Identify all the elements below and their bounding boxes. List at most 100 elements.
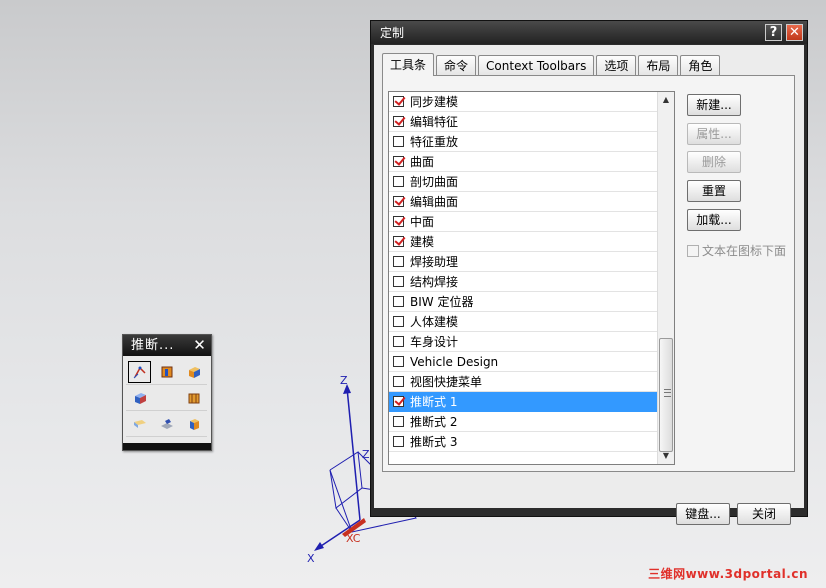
toolbar-visibility-checkbox[interactable]: [393, 116, 404, 127]
z-axis-label: Z: [340, 374, 348, 387]
z-axis-label-secondary: Z: [362, 448, 370, 461]
infer-face-icon[interactable]: [153, 359, 180, 385]
tab-strip: 工具条 命令 Context Toolbars 选项 布局 角色: [382, 53, 722, 76]
toolbar-list-item-label: 结构焊接: [410, 275, 459, 289]
toolbar-list-item-label: 建模: [410, 235, 435, 249]
toolbar-list-item-label: 同步建模: [410, 95, 459, 109]
help-icon[interactable]: ?: [765, 24, 782, 41]
toolbar-visibility-checkbox[interactable]: [393, 236, 404, 247]
tab-context-toolbars[interactable]: Context Toolbars: [478, 55, 595, 76]
toolbar-visibility-checkbox[interactable]: [393, 256, 404, 267]
toolbar-list-item[interactable]: 人体建模: [389, 312, 657, 332]
toolbar-list-item[interactable]: 中面: [389, 212, 657, 232]
toolbar-visibility-checkbox[interactable]: [393, 396, 404, 407]
toolbar-list-item-label: BIW 定位器: [410, 295, 474, 309]
toolbar-list-item-label: 视图快捷菜单: [410, 375, 483, 389]
toolbar-list-item-label: 中面: [410, 215, 435, 229]
toolbar-list-item[interactable]: 曲面: [389, 152, 657, 172]
toolbar-list-item-label: 焊接助理: [410, 255, 459, 269]
toolbar-list-item-label: 车身设计: [410, 335, 459, 349]
xc-axis-label: XC: [346, 532, 361, 545]
infer-plane-icon[interactable]: [153, 411, 180, 437]
toolbar-list-item-label: Vehicle Design: [410, 354, 499, 369]
watermark: 三维网www.3dportal.cn: [648, 567, 808, 581]
toolbar-list-item[interactable]: 推断式 1: [389, 392, 657, 412]
toolbar-list[interactable]: 同步建模编辑特征特征重放曲面剖切曲面编辑曲面中面建模焊接助理结构焊接 BIW 定位…: [388, 91, 675, 465]
toolbar-list-item[interactable]: 车身设计: [389, 332, 657, 352]
properties-button[interactable]: 属性...: [687, 123, 741, 145]
infer-sheet-icon[interactable]: [126, 411, 153, 437]
toolbar-list-item-label: 编辑曲面: [410, 195, 459, 209]
load-button[interactable]: 加载...: [687, 209, 741, 231]
toolbar-footer-bar: [123, 443, 211, 450]
inference-toolbar-titlebar[interactable]: 推断... ✕: [123, 335, 211, 356]
close-icon[interactable]: ✕: [192, 337, 208, 353]
infer-solid-icon[interactable]: [180, 411, 207, 437]
tab-toolbars[interactable]: 工具条: [382, 53, 435, 76]
toolbar-visibility-checkbox[interactable]: [393, 216, 404, 227]
toolbar-visibility-checkbox[interactable]: [393, 376, 404, 387]
infer-cube-icon[interactable]: [126, 385, 153, 411]
infer-selected-icon[interactable]: [126, 359, 153, 385]
scroll-down-icon[interactable]: ▼: [658, 448, 674, 464]
toolbar-visibility-checkbox[interactable]: [393, 276, 404, 287]
text-below-icon-option[interactable]: 文本在图标下面: [687, 242, 786, 259]
scroll-thumb[interactable]: [659, 338, 673, 452]
toolbar-list-item[interactable]: 剖切曲面: [389, 172, 657, 192]
dialog-titlebar[interactable]: 定制 ? ✕: [371, 21, 807, 44]
reset-button[interactable]: 重置: [687, 180, 741, 202]
toolbar-list-item-label: 特征重放: [410, 135, 459, 149]
scroll-up-icon[interactable]: ▲: [658, 92, 674, 108]
list-scrollbar[interactable]: ▲ ▼: [657, 92, 674, 464]
customize-dialog[interactable]: 定制 ? ✕ 工具条 命令 Context Toolbars 选项 布局 角色 …: [370, 20, 808, 525]
toolbar-visibility-checkbox[interactable]: [393, 156, 404, 167]
close-button[interactable]: 关闭: [737, 503, 791, 525]
toolbar-visibility-checkbox[interactable]: [393, 436, 404, 447]
toolbar-visibility-checkbox[interactable]: [393, 416, 404, 427]
infer-panel-icon[interactable]: [180, 385, 207, 411]
toolbar-visibility-checkbox[interactable]: [393, 356, 404, 367]
toolbar-visibility-checkbox[interactable]: [393, 296, 404, 307]
keyboard-button[interactable]: 键盘...: [676, 503, 730, 525]
toolbar-visibility-checkbox[interactable]: [393, 336, 404, 347]
toolbar-list-item[interactable]: 焊接助理: [389, 252, 657, 272]
toolbar-list-item[interactable]: 编辑特征: [389, 112, 657, 132]
toolbar-list-item[interactable]: 结构焊接: [389, 272, 657, 292]
toolbar-list-item-label: 推断式 3: [410, 435, 458, 449]
toolbar-list-item-label: 推断式 2: [410, 415, 458, 429]
infer-block-icon[interactable]: [180, 359, 207, 385]
inference-floating-toolbar[interactable]: 推断... ✕: [122, 334, 212, 451]
toolbar-list-item-label: 编辑特征: [410, 115, 459, 129]
tab-roles[interactable]: 角色: [680, 55, 721, 76]
toolbar-list-item-label: 推断式 1: [410, 395, 458, 409]
delete-button[interactable]: 删除: [687, 151, 741, 173]
toolbar-visibility-checkbox[interactable]: [393, 316, 404, 327]
toolbar-visibility-checkbox[interactable]: [393, 136, 404, 147]
toolbar-list-item-label: 剖切曲面: [410, 175, 459, 189]
x-axis-label: X: [307, 552, 315, 565]
toolbar-list-item[interactable]: BIW 定位器: [389, 292, 657, 312]
toolbar-list-item[interactable]: 特征重放: [389, 132, 657, 152]
toolbar-list-item-label: 曲面: [410, 155, 435, 169]
toolbar-list-item[interactable]: 同步建模: [389, 92, 657, 112]
tab-commands[interactable]: 命令: [436, 55, 477, 76]
toolbar-visibility-checkbox[interactable]: [393, 96, 404, 107]
toolbar-list-item[interactable]: 推断式 2: [389, 412, 657, 432]
new-toolbar-button[interactable]: 新建...: [687, 94, 741, 116]
text-below-icon-label: 文本在图标下面: [702, 244, 787, 258]
close-icon[interactable]: ✕: [786, 24, 803, 41]
dialog-title: 定制: [380, 26, 405, 40]
text-below-icon-checkbox[interactable]: [687, 244, 699, 257]
tab-layout[interactable]: 布局: [638, 55, 679, 76]
tab-options[interactable]: 选项: [596, 55, 637, 76]
toolbar-list-item[interactable]: 编辑曲面: [389, 192, 657, 212]
toolbar-list-item-label: 人体建模: [410, 315, 459, 329]
empty-slot: [153, 385, 180, 411]
toolbar-visibility-checkbox[interactable]: [393, 176, 404, 187]
toolbar-visibility-checkbox[interactable]: [393, 196, 404, 207]
toolbar-list-item[interactable]: Vehicle Design: [389, 352, 657, 372]
toolbar-list-item[interactable]: 推断式 3: [389, 432, 657, 452]
toolbar-list-item[interactable]: 建模: [389, 232, 657, 252]
toolbars-tab-panel: 同步建模编辑特征特征重放曲面剖切曲面编辑曲面中面建模焊接助理结构焊接 BIW 定位…: [382, 75, 795, 472]
toolbar-list-item[interactable]: 视图快捷菜单: [389, 372, 657, 392]
